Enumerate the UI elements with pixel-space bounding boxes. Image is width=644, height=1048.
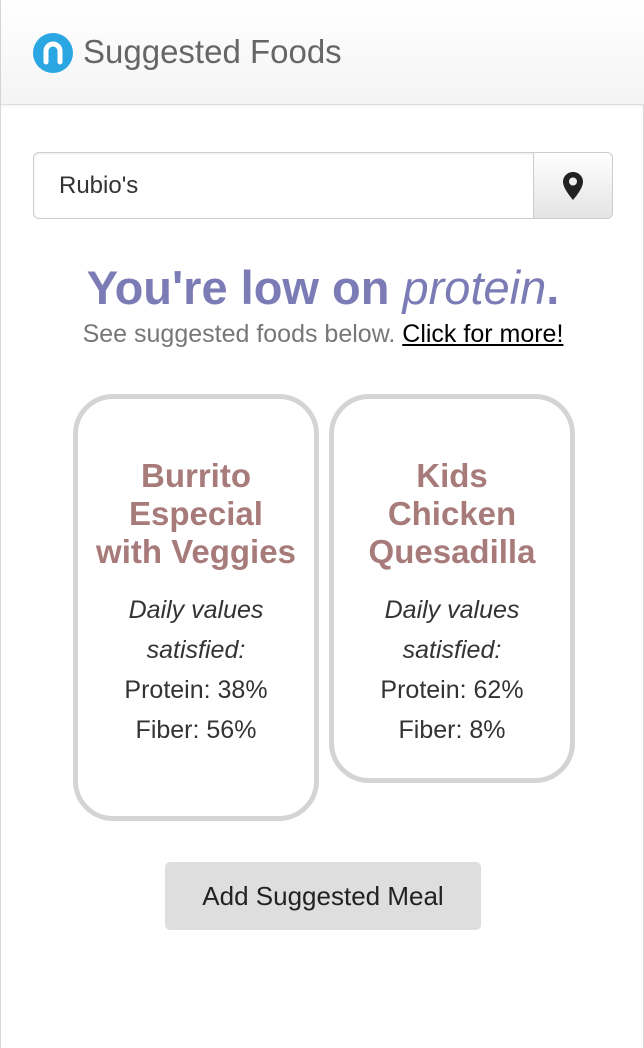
- map-pin-icon: [563, 171, 583, 200]
- headline-prefix: You're low on: [86, 261, 403, 314]
- restaurant-search-input[interactable]: [34, 153, 534, 218]
- subtext-label: See suggested foods below.: [82, 320, 396, 348]
- app-frame: Suggested Foods You're low on protein. S…: [0, 0, 644, 1048]
- restaurant-search: [33, 152, 613, 219]
- daily-values-label: Daily values satisfied:: [128, 596, 264, 664]
- food-name: Kids Chicken Quesadilla: [368, 457, 536, 570]
- app-header: Suggested Foods: [1, 0, 644, 105]
- app-logo-icon: [33, 33, 73, 73]
- suggestion-subtext: See suggested foods below. Click for mor…: [1, 318, 644, 350]
- page-title: Suggested Foods: [83, 33, 342, 70]
- nutrient-name: protein: [402, 261, 547, 314]
- headline-suffix: .: [546, 261, 560, 314]
- food-card[interactable]: Burrito Especial with Veggies Daily valu…: [73, 394, 319, 821]
- nutrient-protein: Protein: 62%: [380, 676, 524, 704]
- food-card[interactable]: Kids Chicken Quesadilla Daily values sat…: [329, 394, 575, 783]
- click-for-more-link[interactable]: Click for more!: [402, 320, 563, 348]
- food-name: Burrito Especial with Veggies: [96, 457, 296, 570]
- location-button[interactable]: [533, 153, 612, 218]
- add-suggested-meal-button[interactable]: Add Suggested Meal: [165, 862, 481, 930]
- nutrient-fiber: Fiber: 56%: [135, 716, 257, 744]
- daily-values-label: Daily values satisfied:: [384, 596, 520, 664]
- nutrient-protein: Protein: 38%: [124, 676, 268, 704]
- low-nutrient-headline: You're low on protein.: [1, 262, 644, 314]
- nutrient-fiber: Fiber: 8%: [398, 716, 506, 744]
